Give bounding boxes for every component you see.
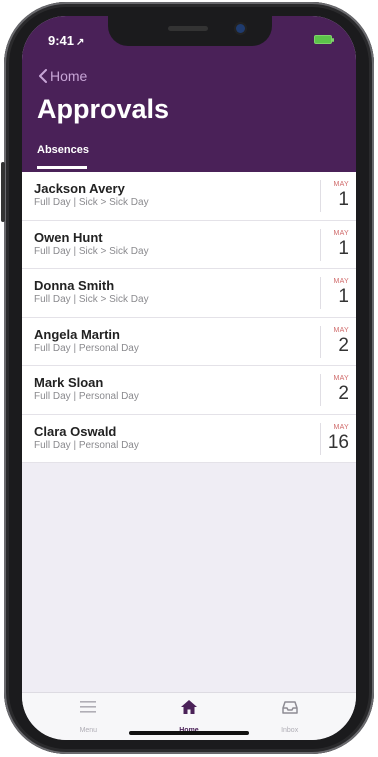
status-time-text: 9:41: [48, 33, 75, 48]
date-month: MAY: [333, 326, 349, 334]
tabbar-label-menu: Menu: [79, 727, 98, 734]
absence-row[interactable]: Jackson Avery Full Day | Sick > Sick Day…: [22, 172, 356, 221]
row-divider: [320, 422, 321, 455]
absence-detail: Full Day | Sick > Sick Day: [34, 245, 149, 257]
device-notch: [108, 16, 272, 46]
row-divider: [320, 325, 321, 358]
back-label: Home: [50, 68, 88, 84]
battery-icon: [314, 35, 334, 44]
absence-detail: Full Day | Personal Day: [34, 391, 139, 402]
date-day: 1: [338, 286, 349, 307]
tabbar-item-inbox[interactable]: Inbox: [255, 693, 325, 737]
row-divider: [320, 277, 321, 309]
employee-name: Jackson Avery: [34, 181, 125, 196]
absence-row[interactable]: Owen Hunt Full Day | Sick > Sick Day MAY…: [22, 220, 356, 269]
row-divider: [320, 374, 321, 406]
home-indicator-bar[interactable]: [129, 731, 249, 735]
row-divider: [320, 228, 321, 261]
date-month: MAY: [333, 375, 349, 382]
employee-name: Clara Oswald: [34, 423, 117, 439]
absence-detail: Full Day | Personal Day: [34, 342, 139, 354]
absence-detail: Full Day | Sick > Sick Day: [34, 294, 149, 305]
date-month: MAY: [333, 181, 349, 188]
date-month: MAY: [333, 278, 349, 285]
home-icon: [180, 700, 197, 714]
menu-icon: [80, 701, 97, 713]
absence-detail: Full Day | Sick > Sick Day: [34, 197, 149, 208]
speaker-grille: [168, 26, 208, 31]
employee-name: Donna Smith: [34, 278, 115, 293]
date-day: 2: [338, 383, 349, 404]
absence-list: Jackson Avery Full Day | Sick > Sick Day…: [22, 172, 356, 463]
inbox-icon: [281, 701, 298, 714]
tab-active-indicator: [37, 166, 87, 169]
app-header: 9:41 ↗ Home Approvals Absences: [22, 16, 356, 172]
employee-name: Owen Hunt: [34, 229, 103, 245]
page-title: Approvals: [37, 94, 170, 124]
location-arrow-icon: ↗: [76, 37, 85, 48]
date-month: MAY: [333, 229, 349, 237]
row-divider: [320, 180, 321, 212]
date-day: 1: [338, 189, 349, 210]
tabbar-item-menu[interactable]: Menu: [53, 693, 123, 737]
tab-absences[interactable]: Absences: [37, 144, 89, 156]
absence-row[interactable]: Angela Martin Full Day | Personal Day MA…: [22, 317, 356, 366]
tabbar-label-inbox: Inbox: [281, 727, 299, 734]
date-day: 16: [327, 431, 349, 453]
chevron-left-icon: [39, 69, 47, 83]
absence-detail: Full Day | Personal Day: [34, 439, 139, 451]
date-day: 1: [338, 237, 349, 259]
app-screen: 9:41 ↗ Home Approvals Absences Jackson Av…: [22, 16, 356, 740]
status-time: 9:41 ↗: [48, 33, 84, 48]
bottom-tab-bar: Menu Home Inbox: [22, 692, 356, 740]
date-month: MAY: [333, 423, 349, 431]
employee-name: Angela Martin: [34, 326, 120, 342]
back-button[interactable]: Home: [38, 68, 87, 84]
absence-row[interactable]: Clara Oswald Full Day | Personal Day MAY…: [22, 414, 356, 463]
front-camera: [236, 24, 245, 33]
absence-row[interactable]: Mark Sloan Full Day | Personal Day MAY 2: [22, 366, 356, 415]
employee-name: Mark Sloan: [34, 375, 104, 390]
absence-row[interactable]: Donna Smith Full Day | Sick > Sick Day M…: [22, 269, 356, 318]
date-day: 2: [338, 334, 349, 356]
phone-frame: 9:41 ↗ Home Approvals Absences Jackson Av…: [1, 2, 374, 754]
